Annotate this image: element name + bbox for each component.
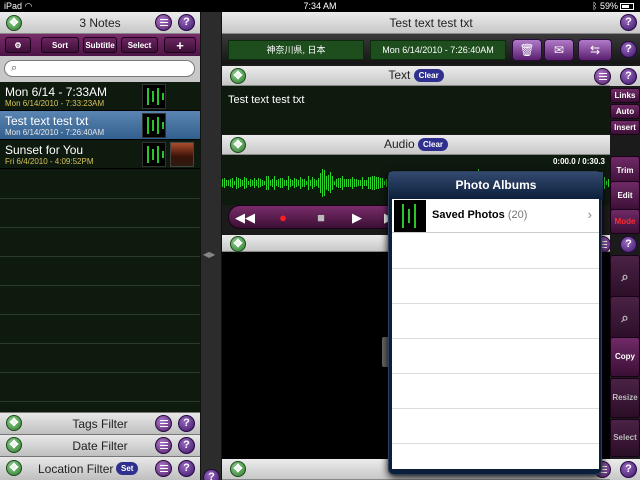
tags-menu-icon[interactable] [155, 415, 172, 432]
zoom-in-icon[interactable]: ⌕ [610, 255, 640, 299]
subtitle-button[interactable]: Subtitle [83, 37, 117, 53]
album-thumbnail [394, 200, 426, 232]
waveform-thumbnail [142, 113, 166, 138]
note-date: Fri 6/4/2010 - 4:09:52PM [5, 157, 94, 166]
list-item[interactable]: Sunset for You Fri 6/4/2010 - 4:09:52PM [0, 140, 200, 169]
chevron-right-icon: › [587, 207, 592, 222]
note-title: Sunset for You [5, 143, 84, 157]
move-icon[interactable]: ✥ [230, 236, 246, 252]
play-icon[interactable]: ▶ [347, 210, 367, 226]
location-menu-icon[interactable] [155, 460, 172, 477]
edit-button[interactable]: Edit [610, 181, 640, 211]
insert-button[interactable]: Insert [610, 120, 640, 135]
note-header: Test text test txt ? [222, 12, 640, 34]
text-section-header: ✥ Text Clear [222, 66, 610, 86]
resize-arrows-icon: ◀▶ [203, 250, 216, 259]
note-title-header: Test text test txt [389, 16, 473, 30]
waveform-thumbnail [142, 142, 166, 167]
help-icon[interactable]: ? [203, 469, 220, 480]
mode-button[interactable]: Mode [610, 209, 640, 234]
list-item[interactable]: Mon 6/14 - 7:33AM Mon 6/14/2010 - 7:33:2… [0, 82, 200, 111]
copy-button[interactable]: Copy [610, 337, 640, 377]
help-icon[interactable]: ? [620, 461, 637, 478]
location-filter-bar[interactable]: ✥ Location Filter Set ? [0, 456, 200, 480]
stop-icon[interactable]: ■ [311, 210, 331, 226]
audio-section-title: Audio [383, 137, 415, 151]
note-date: Mon 6/14/2010 - 7:26:40AM [5, 128, 105, 137]
location-set-button[interactable]: Set [116, 462, 139, 475]
audio-transport: ◀◀ ● ■ ▶ ▶ [228, 205, 408, 229]
photo-albums-popover: Photo Albums Saved Photos (20) › [388, 171, 603, 475]
move-icon[interactable]: ✥ [230, 461, 246, 477]
audio-clear-button[interactable]: Clear [418, 138, 449, 151]
note-title: Mon 6/14 - 7:33AM [5, 85, 108, 99]
help-icon[interactable]: ? [178, 415, 195, 432]
select-button[interactable]: Select [610, 419, 640, 457]
audio-time: 0:00.0 / 0:30.3 [552, 157, 605, 166]
move-icon[interactable]: ✥ [6, 460, 22, 476]
status-bar: iPad ◠ 7:34 AM ᛒ 59% [0, 0, 640, 12]
resize-button[interactable]: Resize [610, 378, 640, 418]
date-filter-bar[interactable]: ✥ Date Filter ? [0, 434, 200, 456]
sunset-photo-thumbnail [170, 142, 194, 167]
help-icon[interactable]: ? [178, 460, 195, 477]
search-icon: ⌕ [11, 62, 18, 74]
bluetooth-icon: ᛒ [592, 1, 598, 11]
links-button[interactable]: Links [610, 88, 640, 103]
settings-gear-icon[interactable]: ⚙ [5, 37, 31, 53]
location-field[interactable]: 神奈川県, 日本 [228, 40, 364, 60]
note-date: Mon 6/14/2010 - 7:33:23AM [5, 99, 105, 108]
list-item-selected[interactable]: Test text test txt Mon 6/14/2010 - 7:26:… [0, 111, 200, 140]
zoom-out-icon[interactable]: ⌕ [610, 296, 640, 340]
note-title: Test text test txt [5, 114, 89, 128]
text-section-title: Text [388, 68, 411, 82]
search-bar: ⌕ [0, 56, 200, 82]
note-text-area[interactable]: Test text test txt [222, 86, 610, 134]
rewind-icon[interactable]: ◀◀ [235, 210, 255, 226]
text-menu-icon[interactable] [594, 68, 611, 85]
clock: 7:34 AM [303, 1, 337, 11]
album-name: Saved Photos [432, 209, 505, 221]
note-info-bar: 神奈川県, 日本 Mon 6/14/2010 - 7:26:40AM 🗑 ✉ ⇆… [222, 34, 640, 64]
split-divider[interactable]: ◀▶ ? [200, 12, 222, 480]
record-icon[interactable]: ● [273, 210, 293, 226]
move-icon[interactable]: ✥ [230, 137, 246, 153]
sort-button[interactable]: Sort [41, 37, 79, 53]
albums-list: Saved Photos (20) › [392, 199, 599, 469]
audio-section-header: ✥ Audio Clear [222, 135, 610, 155]
waveform-thumbnail [142, 84, 166, 109]
date-menu-icon[interactable] [155, 437, 172, 454]
battery-percent: 59% [599, 1, 618, 11]
notes-menu-icon[interactable] [155, 14, 172, 31]
notes-toolbar: ⚙ Sort Subtitle Select + [0, 34, 200, 56]
battery-icon [620, 3, 634, 10]
location-filter-label: Location Filter [38, 462, 114, 476]
search-input[interactable]: ⌕ [4, 60, 195, 77]
album-count: (20) [507, 209, 528, 221]
album-row-saved-photos[interactable]: Saved Photos (20) › [392, 199, 599, 233]
help-icon[interactable]: ? [620, 236, 637, 253]
notes-header: ✥ 3 Notes ? [0, 12, 200, 34]
select-button[interactable]: Select [121, 37, 158, 53]
export-icon[interactable]: ⇆ [578, 39, 612, 61]
popover-title: Photo Albums [389, 172, 603, 200]
help-icon[interactable]: ? [178, 437, 195, 454]
help-icon[interactable]: ? [620, 68, 637, 85]
help-icon[interactable]: ? [620, 41, 637, 58]
help-icon[interactable]: ? [620, 14, 637, 31]
text-clear-button[interactable]: Clear [413, 69, 444, 82]
date-field[interactable]: Mon 6/14/2010 - 7:26:40AM [370, 40, 506, 60]
tags-filter-bar[interactable]: ✥ Tags Filter ? [0, 412, 200, 434]
help-icon[interactable]: ? [178, 14, 195, 31]
auto-button[interactable]: Auto [610, 104, 640, 119]
move-icon[interactable]: ✥ [230, 68, 246, 84]
add-note-button[interactable]: + [164, 37, 196, 53]
trash-icon[interactable]: 🗑 [512, 39, 542, 61]
email-icon[interactable]: ✉ [544, 39, 574, 61]
